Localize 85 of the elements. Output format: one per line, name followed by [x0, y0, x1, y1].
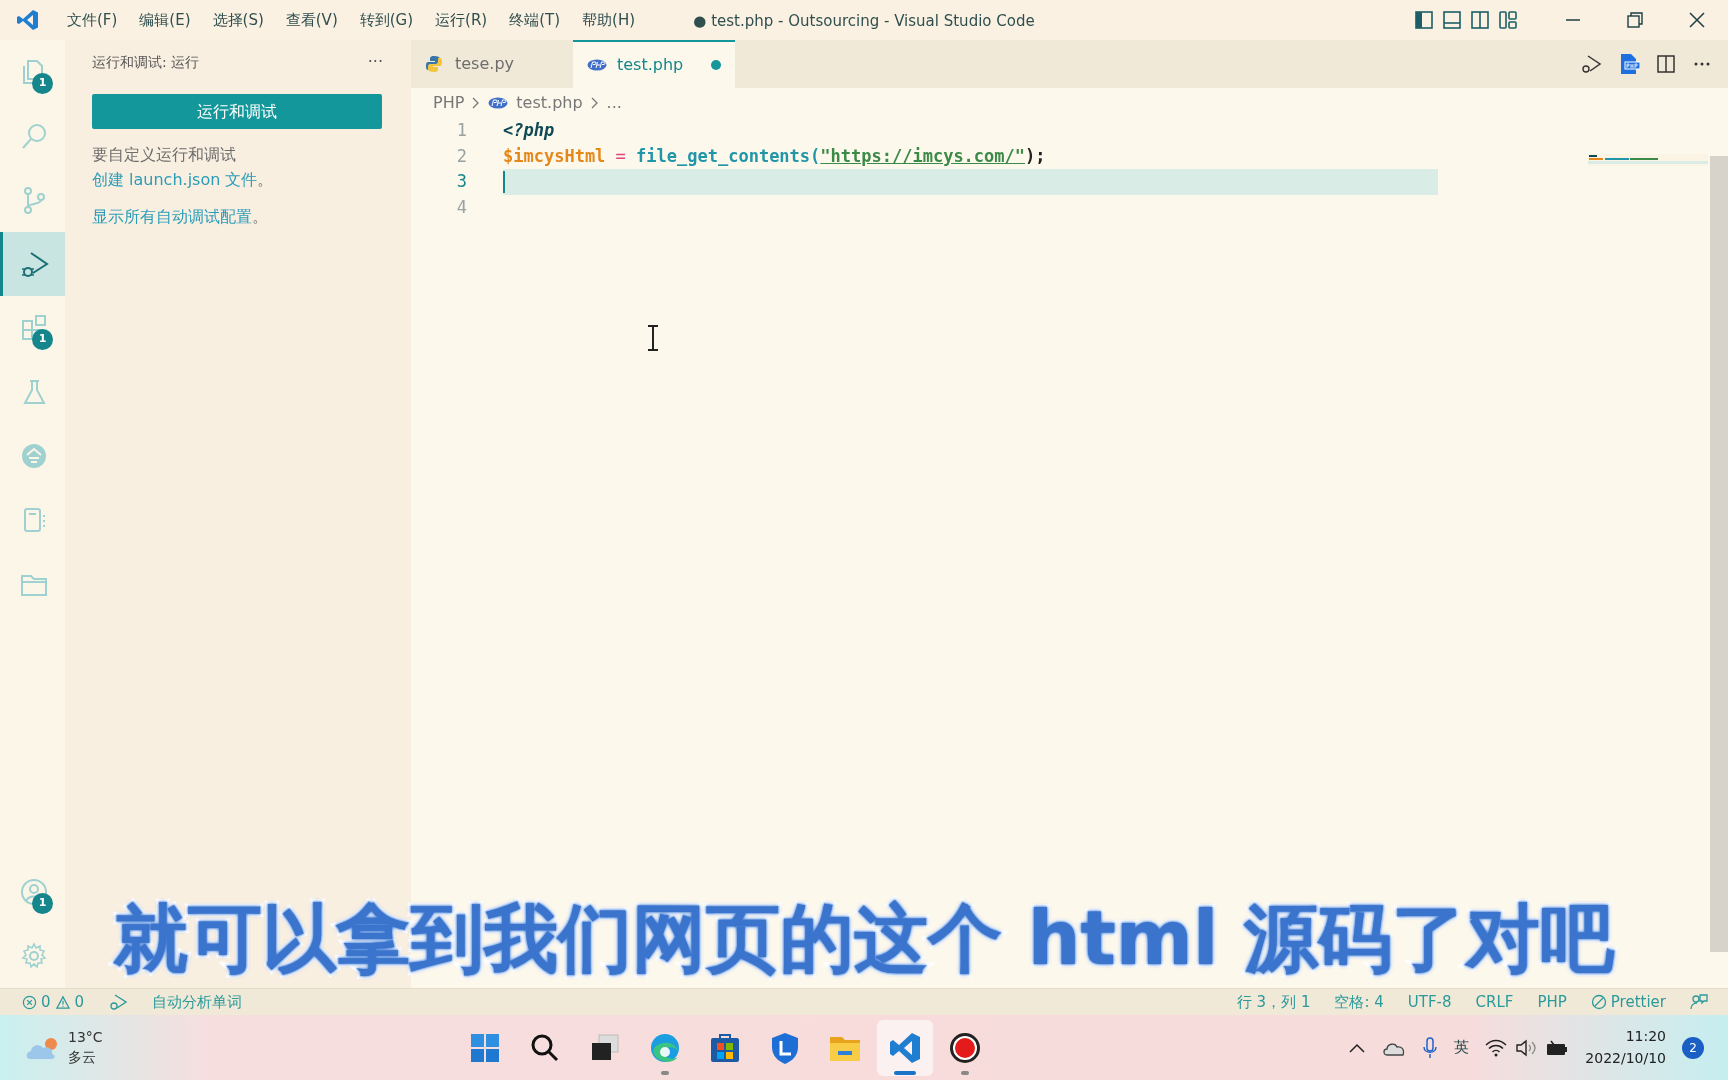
sidebar-title: 运行和调试: 运行 [92, 52, 200, 72]
notification-badge: 1 [32, 329, 53, 350]
restore-icon[interactable] [1626, 11, 1644, 29]
status-item[interactable]: UTF-8 [1395, 990, 1464, 1014]
error-icon [22, 994, 37, 1010]
menu-item[interactable]: 终端(T) [498, 8, 572, 32]
status-item[interactable]: PHP [1525, 990, 1579, 1014]
split-layout-icon[interactable] [1470, 10, 1490, 30]
menu-item[interactable]: 查看(V) [274, 8, 349, 32]
status-item[interactable]: 行 3，列 1 [1224, 990, 1323, 1014]
show-configurations-link[interactable]: 显示所有自动调试配置 [92, 206, 252, 226]
notification-badge: 1 [32, 893, 53, 914]
menu-item[interactable]: 选择(S) [201, 8, 275, 32]
warning-icon [54, 994, 71, 1010]
app-logo-icon [16, 8, 40, 32]
clock[interactable]: 11:20 2022/10/10 [1585, 1025, 1666, 1070]
breadcrumb-item[interactable]: PHP [433, 91, 465, 115]
split-editor-icon[interactable] [1656, 54, 1676, 74]
python-file-icon [425, 54, 445, 74]
volume-icon[interactable] [1515, 1038, 1538, 1057]
toggle-panel-icon[interactable] [1442, 10, 1462, 30]
breadcrumb-item[interactable]: ... [606, 91, 622, 115]
search-icon [19, 121, 49, 151]
more-actions-button[interactable]: ··· [361, 49, 389, 75]
settings-icon [19, 941, 49, 971]
problems-indicator[interactable]: 0 0 [10, 990, 97, 1014]
temperature-text: 13°C [68, 1027, 103, 1047]
account-icon [19, 877, 49, 907]
code-line: <?php [503, 119, 555, 142]
clock-time: 11:20 [1625, 1026, 1666, 1046]
badge-emblem-icon [19, 441, 49, 471]
menu-item[interactable]: 编辑(E) [128, 8, 202, 32]
activity-bar-item[interactable]: 1 [0, 296, 65, 360]
activity-bar-item[interactable]: 1 [0, 40, 65, 104]
activity-bar-item[interactable] [0, 232, 65, 296]
run-debug-icon [19, 249, 49, 279]
activity-bar-item[interactable]: 1 [0, 860, 65, 924]
video-subtitle: 就可以拿到我们网页的这个 html 源码了对吧 [113, 898, 1615, 980]
debug-icon[interactable] [108, 993, 129, 1012]
code-line: $imcysHtml = file_get_contents("https://imcys.com/"); [503, 144, 1046, 168]
text-cursor-icon [646, 324, 660, 352]
status-item[interactable]: Prettier [1578, 990, 1678, 1014]
sidebar-hint-text: 显示所有自动调试配置。 [91, 205, 269, 228]
battery-icon[interactable] [1545, 1038, 1570, 1057]
warning-count: 0 [74, 991, 85, 1013]
chevron-right-icon [590, 97, 599, 109]
scrollbar[interactable] [1710, 156, 1728, 952]
wifi-icon[interactable] [1485, 1038, 1508, 1057]
notification-badge: 1 [32, 73, 53, 94]
extensions-icon [19, 313, 49, 343]
status-item[interactable]: 自动分析单词 [140, 990, 255, 1014]
menu-item[interactable]: 转到(G) [348, 8, 425, 32]
chevron-up-icon[interactable] [1348, 1041, 1367, 1054]
menu-item[interactable]: 运行(R) [424, 8, 499, 32]
run-debug-icon[interactable] [1580, 53, 1602, 75]
chevron-right-icon [472, 97, 481, 109]
code-editor-icon [888, 1030, 923, 1065]
feedback-icon[interactable] [1690, 993, 1708, 1012]
input-method-indicator[interactable]: 英 [1454, 1036, 1470, 1059]
window-title: ● test.php - Outsourcing - Visual Studio Code [693, 11, 1035, 32]
weather-widget[interactable]: 13°C 多云 [0, 1027, 103, 1068]
line-number: 2 [455, 144, 468, 168]
breadcrumb-item[interactable]: test.php [516, 91, 583, 115]
notification-badge[interactable]: 2 [1682, 1036, 1704, 1059]
customize-layout-icon[interactable] [1498, 10, 1518, 30]
blocked-icon [1590, 994, 1607, 1010]
status-item[interactable]: CRLF [1463, 990, 1526, 1014]
clock-date: 2022/10/10 [1585, 1048, 1666, 1068]
menu-item[interactable]: 帮助(H) [571, 8, 647, 32]
weather-condition: 多云 [68, 1047, 97, 1067]
close-icon[interactable] [1688, 11, 1706, 29]
php-file-icon[interactable] [1618, 53, 1640, 75]
error-count: 0 [41, 991, 51, 1013]
menu-item[interactable]: 文件(F) [56, 8, 129, 32]
status-item[interactable]: 空格: 4 [1322, 990, 1396, 1014]
line-number: 3 [455, 170, 468, 193]
record-icon [948, 1030, 983, 1065]
create-launch-link[interactable]: 创建 launch.json 文件 [92, 169, 258, 189]
run-debug-button[interactable]: 运行和调试 [92, 94, 382, 129]
editor-tab[interactable]: test.php [573, 40, 735, 88]
sidebar-hint-text: 要自定义运行和调试 创建 launch.json 文件。 [91, 144, 275, 191]
line-number: 1 [455, 119, 468, 142]
microphone-icon[interactable] [1422, 1035, 1439, 1060]
line-number: 4 [455, 195, 468, 219]
toggle-sidebar-icon[interactable] [1414, 10, 1434, 30]
